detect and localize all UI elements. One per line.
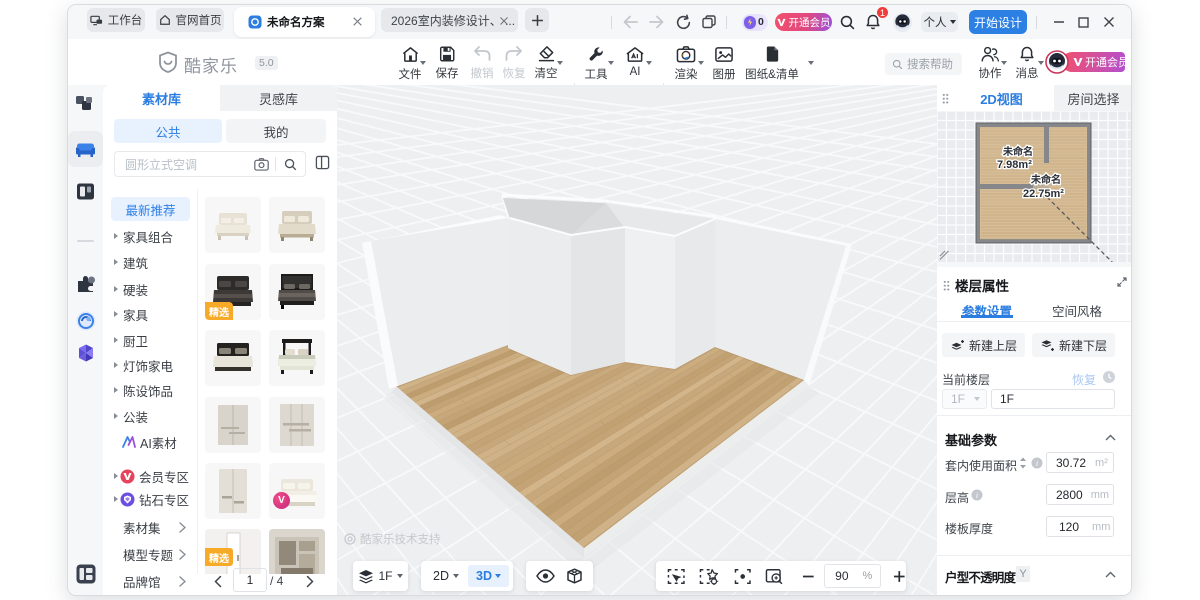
- svg-text:未命名: 未命名: [1002, 145, 1033, 158]
- svg-text:未命名: 未命名: [1030, 173, 1061, 186]
- svg-text:i: i: [1036, 459, 1038, 468]
- svg-text:7.98m²: 7.98m²: [997, 159, 1032, 171]
- svg-text:i: i: [976, 491, 978, 500]
- svg-text:22.75m²: 22.75m²: [1023, 188, 1064, 200]
